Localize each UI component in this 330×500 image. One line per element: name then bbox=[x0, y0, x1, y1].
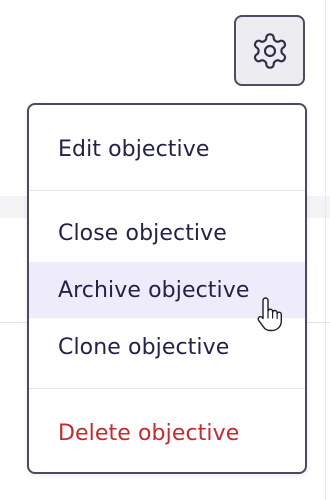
gear-icon bbox=[253, 32, 286, 69]
menu-item-delete-objective[interactable]: Delete objective bbox=[29, 405, 305, 461]
menu-divider bbox=[29, 388, 305, 389]
page-edge bbox=[325, 0, 326, 500]
settings-button[interactable] bbox=[234, 15, 305, 86]
menu-item-close-objective[interactable]: Close objective bbox=[29, 205, 305, 261]
menu-item-archive-objective[interactable]: Archive objective bbox=[29, 262, 305, 318]
menu-item-edit-objective[interactable]: Edit objective bbox=[29, 121, 305, 177]
menu-item-clone-objective[interactable]: Clone objective bbox=[29, 319, 305, 375]
menu-divider bbox=[29, 190, 305, 191]
objective-actions-menu: Edit objective Close objective Archive o… bbox=[27, 103, 307, 474]
